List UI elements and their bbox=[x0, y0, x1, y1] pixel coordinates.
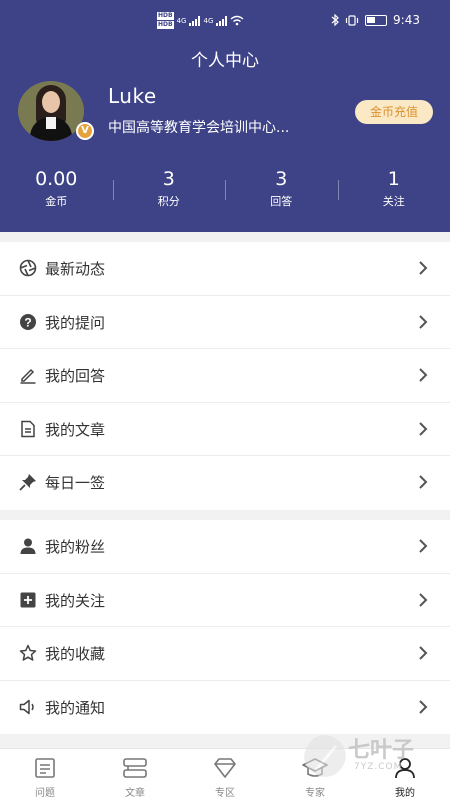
tab-label: 文章 bbox=[125, 788, 145, 799]
tab-label: 我的 bbox=[395, 788, 415, 799]
chevron-right-icon bbox=[419, 646, 428, 660]
document-icon bbox=[21, 420, 35, 437]
star-icon bbox=[19, 644, 37, 661]
chevron-right-icon bbox=[419, 261, 428, 275]
stat-value: 1 bbox=[387, 168, 400, 190]
chevron-right-icon bbox=[419, 368, 428, 382]
tab-label: 专家 bbox=[305, 788, 325, 799]
menu-item-daily-checkin[interactable]: 每日一签 bbox=[0, 456, 450, 510]
tab-questions[interactable]: 问题 bbox=[0, 749, 90, 800]
coin-recharge-button[interactable]: 金币充值 bbox=[355, 100, 433, 124]
aperture-icon bbox=[19, 259, 37, 277]
watermark-text: 七叶子 bbox=[348, 738, 415, 763]
clock: 9:43 bbox=[393, 13, 420, 27]
status-left: HDB HDB 4G 4G bbox=[157, 12, 244, 29]
profile-header: HDB HDB 4G 4G 9:43 个人中心 V Luke 中国高等教育学会培… bbox=[0, 0, 450, 232]
question-list-icon bbox=[35, 758, 55, 778]
chevron-right-icon bbox=[419, 314, 428, 329]
menu-item-label: 我的提问 bbox=[45, 313, 106, 332]
tab-articles[interactable]: 文章 bbox=[90, 749, 180, 800]
article-icon bbox=[123, 758, 147, 778]
chevron-right-icon bbox=[419, 539, 428, 553]
chevron-right-icon bbox=[419, 699, 428, 714]
menu-item-label: 我的收藏 bbox=[45, 645, 106, 663]
question-circle-icon: ? bbox=[20, 313, 36, 330]
status-bar: HDB HDB 4G 4G 9:43 bbox=[0, 0, 450, 40]
menu-item-label: 我的通知 bbox=[45, 698, 106, 717]
menu-item-my-notifications[interactable]: 我的通知 bbox=[0, 681, 450, 735]
chevron-right-icon bbox=[419, 421, 428, 436]
wifi-icon bbox=[230, 15, 244, 26]
menu-item-my-fans[interactable]: 我的粉丝 bbox=[0, 520, 450, 574]
hd-label-2: HDB bbox=[157, 21, 174, 29]
menu-item-label: 每日一签 bbox=[45, 474, 106, 492]
verified-badge: V bbox=[76, 122, 94, 140]
stat-points[interactable]: 3 积分 bbox=[112, 168, 226, 210]
status-right: 9:43 bbox=[331, 13, 420, 27]
stat-answers[interactable]: 3 回答 bbox=[225, 168, 338, 210]
hd-label-1: HDB bbox=[157, 12, 174, 20]
stat-value: 3 bbox=[275, 168, 288, 190]
stat-label: 积分 bbox=[157, 195, 180, 208]
page-title: 个人中心 bbox=[191, 51, 259, 71]
battery-icon bbox=[365, 14, 388, 26]
tab-label: 问题 bbox=[35, 788, 55, 799]
svg-text:?: ? bbox=[24, 315, 31, 329]
plus-square-icon bbox=[20, 592, 36, 607]
menu-item-label: 我的文章 bbox=[45, 420, 106, 439]
watermark-subtext: 7YZ.COM bbox=[354, 762, 403, 772]
diamond-icon bbox=[214, 758, 236, 778]
stat-following[interactable]: 1 关注 bbox=[337, 168, 450, 210]
vibrate-icon bbox=[345, 14, 359, 26]
menu-item-label: 我的粉丝 bbox=[45, 538, 106, 556]
hd-indicators: HDB HDB bbox=[157, 12, 174, 29]
username: Luke bbox=[108, 84, 157, 108]
menu-item-my-answers[interactable]: 我的回答 bbox=[0, 349, 450, 403]
network-type-1: 4G bbox=[176, 16, 187, 25]
bluetooth-icon bbox=[331, 14, 339, 26]
menu-item-my-favorites[interactable]: 我的收藏 bbox=[0, 627, 450, 681]
menu-group-social: 我的粉丝 我的关注 我的收藏 我的通知 bbox=[0, 520, 450, 734]
menu-item-label: 最新动态 bbox=[45, 260, 106, 278]
network-type-2: 4G bbox=[203, 16, 214, 25]
signal-icon-2 bbox=[216, 15, 228, 26]
pencil-icon bbox=[20, 368, 36, 384]
menu-item-my-questions[interactable]: ? 我的提问 bbox=[0, 296, 450, 349]
menu-item-my-following[interactable]: 我的关注 bbox=[0, 574, 450, 627]
menu-item-label: 我的回答 bbox=[45, 367, 106, 385]
organization-name: 中国高等教育学会培训中心... bbox=[108, 120, 290, 136]
stat-value: 3 bbox=[162, 168, 175, 190]
stat-label: 金币 bbox=[45, 195, 68, 208]
avatar[interactable] bbox=[18, 81, 84, 141]
stat-label: 回答 bbox=[270, 195, 293, 208]
menu-item-my-articles[interactable]: 我的文章 bbox=[0, 403, 450, 456]
pin-icon bbox=[19, 474, 36, 491]
stat-label: 关注 bbox=[382, 195, 405, 208]
tab-zone[interactable]: 专区 bbox=[180, 749, 270, 800]
menu-group-activity: 最新动态 ? 我的提问 我的回答 我的文章 每日一签 bbox=[0, 242, 450, 510]
stat-value: 0.00 bbox=[35, 168, 78, 190]
person-icon bbox=[20, 538, 36, 554]
chevron-right-icon bbox=[419, 592, 428, 607]
tab-label: 专区 bbox=[215, 788, 235, 799]
chevron-right-icon bbox=[419, 475, 428, 489]
menu-item-latest-activity[interactable]: 最新动态 bbox=[0, 242, 450, 296]
signal-icon-1 bbox=[189, 15, 201, 26]
stat-coins[interactable]: 0.00 金币 bbox=[0, 168, 113, 210]
menu-item-label: 我的关注 bbox=[45, 591, 106, 610]
speaker-icon bbox=[19, 699, 34, 714]
stats-bar: 0.00 金币 3 积分 3 回答 1 关注 bbox=[0, 168, 450, 210]
